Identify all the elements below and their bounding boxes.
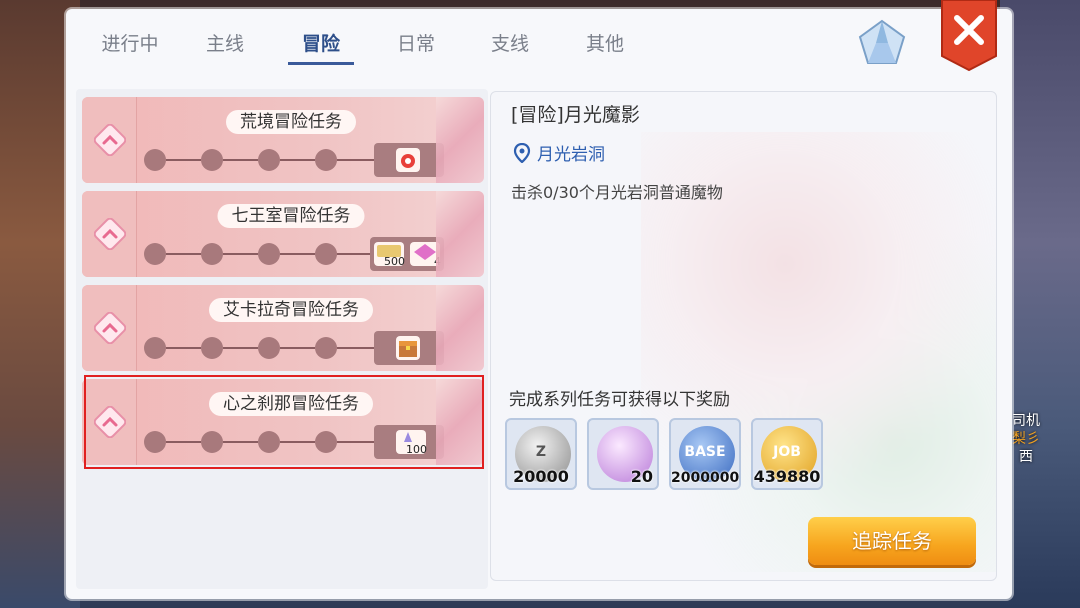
quest-objective: 击杀0/30个月光岩洞普通魔物: [511, 183, 723, 202]
progress-connector: [223, 253, 258, 255]
tab-side[interactable]: 支线: [470, 29, 550, 56]
quest-progress-track: [144, 337, 374, 359]
quest-location-text: 月光岩洞: [537, 145, 605, 165]
series-rewards: Z 20000 20 BASE 2000000 JOB 439880: [505, 418, 985, 494]
treasure-box-icon: [396, 336, 420, 360]
quest-list[interactable]: 荒境冒险任务 七王室冒险任务 500 艾卡拉奇冒险任务 心之刹那冒险任务 100: [76, 89, 488, 589]
progress-connector: [280, 441, 315, 443]
active-tab-underline: [288, 62, 354, 65]
progress-connector: [337, 253, 374, 255]
quest-item[interactable]: 七王室冒险任务 500 4: [82, 191, 484, 277]
progress-node: [258, 337, 280, 359]
reward-count: 500: [384, 255, 405, 268]
quest-progress-track: [144, 149, 374, 171]
tab-in-progress[interactable]: 进行中: [90, 29, 170, 56]
progress-node: [315, 149, 337, 171]
progress-node: [201, 243, 223, 265]
tab-bar: 进行中 主线 冒险 日常 支线 其他: [66, 9, 706, 75]
reward-icon-label: BASE: [684, 444, 726, 460]
quest-reward-box: 100: [374, 425, 444, 459]
quest-location-link[interactable]: 月光岩洞: [513, 140, 605, 165]
progress-node: [144, 337, 166, 359]
red-gear-icon: [396, 148, 420, 172]
progress-connector: [223, 347, 258, 349]
quest-reward-box: [374, 143, 444, 177]
chevron-up-icon[interactable]: [94, 406, 126, 438]
quest-panel: 进行中 主线 冒险 日常 支线 其他 荒境冒险任务 七王室冒险任务 500 艾卡…: [66, 0, 1012, 599]
close-button[interactable]: [940, 0, 998, 72]
background-text-line: 梨彡: [1012, 431, 1040, 447]
quest-detail-title: [冒险]月光魔影: [511, 104, 640, 126]
quest-progress-track: [144, 243, 374, 265]
reward-zeny[interactable]: Z 20000: [505, 418, 577, 490]
quest-banner-art: [436, 285, 484, 371]
quest-banner-art: [436, 379, 484, 465]
quest-title: 荒境冒险任务: [226, 110, 356, 134]
crystal-icon: [858, 19, 906, 64]
progress-node: [201, 431, 223, 453]
quest-item[interactable]: 艾卡拉奇冒险任务: [82, 285, 484, 371]
quest-reward-box: [374, 331, 444, 365]
chevron-up-icon[interactable]: [94, 312, 126, 344]
progress-node: [201, 149, 223, 171]
reward-base-exp[interactable]: BASE 2000000: [669, 418, 741, 490]
progress-connector: [280, 347, 315, 349]
progress-connector: [280, 159, 315, 161]
location-pin-icon: [513, 142, 531, 164]
progress-node: [315, 337, 337, 359]
tab-daily[interactable]: 日常: [376, 29, 456, 56]
reward-amount: 20000: [513, 467, 569, 486]
progress-connector: [223, 441, 258, 443]
reward-count: 100: [406, 443, 427, 456]
quest-banner-art: [436, 191, 484, 277]
progress-node: [258, 243, 280, 265]
progress-connector: [223, 159, 258, 161]
quest-title: 艾卡拉奇冒险任务: [209, 298, 373, 322]
progress-connector: [280, 253, 315, 255]
progress-node: [144, 431, 166, 453]
reward-icon-label: JOB: [773, 444, 801, 460]
progress-node: [315, 431, 337, 453]
quest-reward-box: 500 4: [370, 237, 444, 271]
reward-heading: 完成系列任务可获得以下奖励: [509, 390, 730, 410]
progress-connector: [337, 441, 374, 443]
progress-connector: [166, 441, 201, 443]
reward-job-exp[interactable]: JOB 439880: [751, 418, 823, 490]
progress-connector: [166, 159, 201, 161]
quest-banner-art: [436, 97, 484, 183]
reward-amount: 2000000: [671, 470, 740, 486]
reward-icon-label: Z: [535, 444, 547, 460]
progress-node: [144, 149, 166, 171]
progress-connector: [337, 347, 374, 349]
progress-node: [315, 243, 337, 265]
progress-connector: [337, 159, 374, 161]
progress-node: [201, 337, 223, 359]
purple-shard-icon: 100: [396, 430, 427, 456]
tab-adventure[interactable]: 冒险: [281, 29, 361, 56]
background-text-line: 西: [1019, 449, 1033, 465]
tab-other[interactable]: 其他: [565, 29, 645, 56]
tab-main[interactable]: 主线: [185, 29, 265, 56]
quest-progress-track: [144, 431, 374, 453]
gold-ticket-icon: 500: [374, 242, 405, 268]
reward-amount: 439880: [753, 467, 821, 486]
progress-node: [258, 431, 280, 453]
progress-connector: [166, 347, 201, 349]
quest-detail-panel: [冒险]月光魔影 月光岩洞 击杀0/30个月光岩洞普通魔物 完成系列任务可获得以…: [490, 91, 997, 581]
track-quest-button[interactable]: 追踪任务: [808, 517, 976, 565]
background-right-scene: [1000, 0, 1080, 608]
reward-medal[interactable]: 20: [587, 418, 659, 490]
reward-amount: 20: [630, 467, 653, 486]
quest-title: 心之刹那冒险任务: [209, 392, 373, 416]
quest-item[interactable]: 心之刹那冒险任务 100: [82, 379, 484, 465]
quest-title: 七王室冒险任务: [217, 204, 365, 228]
progress-node: [144, 243, 166, 265]
chevron-up-icon[interactable]: [94, 218, 126, 250]
quest-item[interactable]: 荒境冒险任务: [82, 97, 484, 183]
chevron-up-icon[interactable]: [94, 124, 126, 156]
progress-node: [258, 149, 280, 171]
progress-connector: [166, 253, 201, 255]
background-player-name: 司机 梨彡 西: [1012, 412, 1040, 466]
background-text-line: 司机: [1012, 413, 1040, 429]
